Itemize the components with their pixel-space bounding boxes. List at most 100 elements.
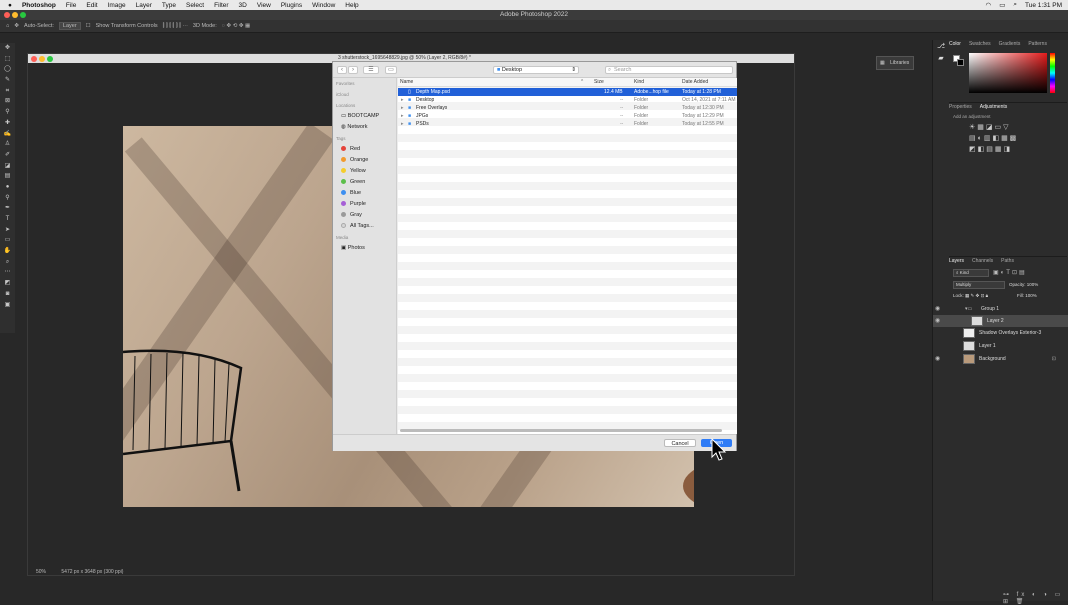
menu-select[interactable]: Select [186, 2, 204, 9]
file-row-psds[interactable]: ▸ ■ PSDs -- Folder Today at 12:55 PM [398, 120, 737, 128]
tag-orange[interactable]: Orange [333, 155, 396, 166]
type-tool-icon[interactable]: T [0, 214, 15, 225]
sidebar-item-photos[interactable]: ▣ Photos [333, 243, 396, 254]
wifi-icon[interactable]: ◠ [986, 1, 992, 9]
visibility-eye-icon[interactable]: ◉ [935, 303, 940, 315]
move-tool-icon[interactable]: ✥ [0, 43, 15, 54]
quick-mask-icon[interactable]: ◙ [0, 289, 15, 300]
disclosure-triangle-icon[interactable]: ▸ [401, 96, 404, 104]
brush-tool-icon[interactable]: ✍ [0, 129, 15, 140]
tag-red[interactable]: Red [333, 144, 396, 155]
battery-icon[interactable]: ▭ [999, 1, 1005, 9]
sidebar-item-network[interactable]: ◍ Network [333, 122, 396, 133]
layer-row-background[interactable]: ◉ Background ⊡ [933, 353, 1068, 365]
move-tool-icon[interactable]: ✥ [14, 23, 19, 29]
pen-tool-icon[interactable]: ✒ [0, 203, 15, 214]
menu-3d[interactable]: 3D [239, 2, 247, 9]
lasso-tool-icon[interactable]: ◯ [0, 64, 15, 75]
shape-tool-icon[interactable]: ▭ [0, 235, 15, 246]
layers-footer-icons[interactable]: ⊶ fx ◐ ◑ ▭ ⊞ 🗑︎ [1003, 591, 1068, 605]
disclosure-triangle-icon[interactable]: ▸ [401, 112, 404, 120]
tab-channels[interactable]: Channels [972, 257, 993, 265]
file-row-depth-map[interactable]: ▯ Depth Map.psd 12.4 MB Adobe...hop file… [398, 88, 737, 96]
crop-tool-icon[interactable]: ⌗ [0, 86, 15, 97]
view-mode-button[interactable]: ☰ [363, 66, 379, 74]
disclosure-triangle-icon[interactable]: ▸ [401, 120, 404, 128]
transform-controls-checkbox[interactable]: ☐ [86, 23, 91, 29]
apple-icon[interactable]: ● [8, 2, 12, 9]
screen-mode-icon[interactable]: ▣ [0, 300, 15, 311]
layer-row-shadow-overlays[interactable]: Shadow Overlays Exterior-3 [933, 327, 1068, 339]
search-field[interactable]: Search ⌕ [605, 66, 733, 74]
close-window-button[interactable] [4, 12, 10, 18]
frame-tool-icon[interactable]: ⊠ [0, 96, 15, 107]
sidebar-item-bootcamp[interactable]: ▭ BOOTCAMP [333, 111, 396, 122]
tab-color[interactable]: Color [949, 40, 961, 49]
foreground-background-swatch[interactable]: ◩ [0, 278, 15, 289]
tab-gradients[interactable]: Gradients [999, 40, 1021, 49]
menu-filter[interactable]: Filter [214, 2, 228, 9]
quick-select-tool-icon[interactable]: ✎ [0, 75, 15, 86]
menu-view[interactable]: View [257, 2, 271, 9]
comments-icon[interactable]: ▰ [935, 54, 947, 66]
horizontal-scrollbar[interactable] [400, 429, 722, 432]
fill-value[interactable]: 100% [1025, 293, 1037, 298]
stamp-tool-icon[interactable]: ♙ [0, 139, 15, 150]
zoom-level[interactable]: 50% [36, 569, 46, 575]
layer-row-layer-2[interactable]: ◉ Layer 2 [933, 315, 1068, 327]
doc-zoom-button[interactable] [47, 55, 53, 62]
menu-help[interactable]: Help [345, 2, 358, 9]
color-picker-field[interactable] [969, 53, 1047, 93]
document-size[interactable]: 5472 px x 3648 px (300 ppi) [61, 569, 123, 575]
tag-yellow[interactable]: Yellow [333, 166, 396, 177]
clock[interactable]: Tue 1:31 PM [1025, 2, 1062, 9]
layer-row-layer-1[interactable]: Layer 1 [933, 340, 1068, 352]
menu-plugins[interactable]: Plugins [281, 2, 302, 9]
tag-green[interactable]: Green [333, 177, 396, 188]
column-size[interactable]: Size [594, 78, 604, 87]
3d-mode-icons[interactable]: ◌ ✥ ⟲ ✥ ▦ [222, 23, 250, 29]
search-icon[interactable]: ⌕ [1013, 1, 1017, 9]
healing-tool-icon[interactable]: ✚ [0, 118, 15, 129]
forward-button[interactable]: › [348, 66, 358, 74]
tag-gray[interactable]: Gray [333, 210, 396, 221]
tab-properties[interactable]: Properties [949, 103, 972, 111]
lock-icons[interactable]: ▦ ✎ ✥ ⊡ 🔒︎ [965, 293, 988, 298]
eraser-tool-icon[interactable]: ◪ [0, 161, 15, 172]
tag-purple[interactable]: Purple [333, 199, 396, 210]
fill-control[interactable]: Fill: 100% [1017, 293, 1037, 298]
marquee-tool-icon[interactable]: ⬚ [0, 54, 15, 65]
tag-blue[interactable]: Blue [333, 188, 396, 199]
cancel-button[interactable]: Cancel [664, 439, 696, 447]
disclosure-triangle-icon[interactable]: ▸ [401, 104, 404, 112]
tab-paths[interactable]: Paths [1001, 257, 1014, 265]
hand-tool-icon[interactable]: ✋ [0, 246, 15, 257]
new-folder-icon[interactable]: ▭ [385, 66, 397, 74]
hue-slider[interactable] [1050, 53, 1055, 93]
location-popup[interactable]: ■ Desktop ⇕ [493, 66, 579, 74]
menu-app[interactable]: Photoshop [22, 2, 56, 9]
blur-tool-icon[interactable]: ● [0, 182, 15, 193]
menu-edit[interactable]: Edit [86, 2, 97, 9]
auto-select-target-dropdown[interactable]: Layer [58, 22, 81, 30]
zoom-window-button[interactable] [20, 12, 26, 18]
adjustment-icons[interactable]: ☀▦◪▭▽ ▤◐▥◧▦▩ ◩◧▤▦◨ [969, 122, 1049, 155]
home-icon[interactable]: ⌂ [6, 23, 9, 29]
history-icon[interactable]: ⎇ [935, 42, 947, 54]
more-tools-icon[interactable]: ⋯ [0, 267, 15, 278]
file-row-free-overlays[interactable]: ▸ ■ Free Overlays -- Folder Today at 12:… [398, 104, 737, 112]
menu-image[interactable]: Image [108, 2, 126, 9]
column-kind[interactable]: Kind [634, 78, 644, 87]
visibility-eye-icon[interactable]: ◉ [935, 353, 940, 365]
history-brush-tool-icon[interactable]: ✐ [0, 150, 15, 161]
layer-filter-icons[interactable]: ▣◐T⊡▤ [993, 269, 1027, 276]
sidebar-heading-icloud[interactable]: iCloud [333, 89, 396, 100]
tab-swatches[interactable]: Swatches [969, 40, 991, 49]
file-row-desktop[interactable]: ▸ ■ Desktop -- Folder Oct 14, 2021 at 7:… [398, 96, 737, 104]
blend-mode-dropdown[interactable]: Multiply [953, 281, 1005, 289]
menu-file[interactable]: File [66, 2, 76, 9]
visibility-eye-icon[interactable]: ◉ [935, 315, 940, 327]
layer-filter-kind[interactable]: ⌕ Kind [953, 269, 989, 277]
column-name[interactable]: Name [400, 78, 413, 87]
minimize-window-button[interactable] [12, 12, 18, 18]
